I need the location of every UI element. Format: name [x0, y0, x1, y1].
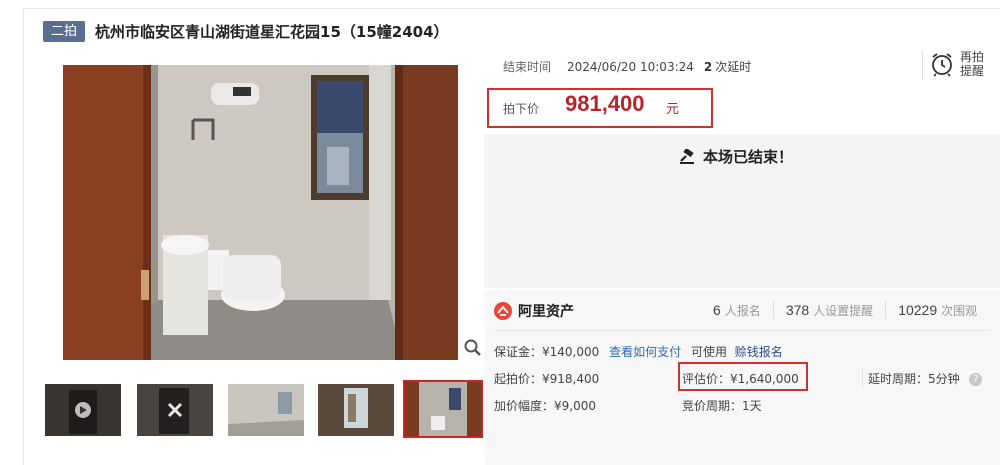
- thumbnail[interactable]: [45, 384, 121, 436]
- signup-label: 人报名: [724, 303, 761, 318]
- reminder-stat: 378 人设置提醒: [772, 301, 885, 319]
- extension-label: 次延时: [715, 60, 752, 74]
- brand-name: 阿里资产: [518, 304, 574, 320]
- increment: 加价幅度：¥9,000: [494, 399, 596, 413]
- sold-price-unit: 元: [666, 102, 680, 117]
- divider: [862, 368, 863, 388]
- reminder-label: 人设置提醒: [813, 303, 874, 318]
- end-time-value: 2024/06/20 10:03:24: [567, 59, 694, 74]
- question-icon[interactable]: ?: [969, 373, 983, 386]
- title-row: 二拍 杭州市临安区青山湖街道星汇花园15（15幢2404）: [43, 20, 449, 42]
- how-to-pay-link[interactable]: 查看如何支付: [609, 345, 681, 359]
- ended-message-text: 本场已结束！: [703, 148, 794, 166]
- stats: 6 人报名 378 人设置提醒 10229 次围观: [713, 301, 989, 319]
- page-title: 杭州市临安区青山湖街道星汇花园15（15幢2404）: [95, 22, 449, 41]
- delay-period-row: 延时周期：5分钟 ?: [868, 370, 983, 387]
- signup-stat: 6 人报名: [713, 301, 773, 319]
- sold-price-box: 拍下价 981,400 元: [487, 88, 713, 128]
- brand[interactable]: 阿里资产: [494, 301, 574, 321]
- eval-price: 评估价：¥1,640,000: [682, 372, 799, 386]
- end-time-row: 结束时间 2024/06/20 10:03:24 2 次延时: [503, 58, 751, 75]
- end-time-label: 结束时间: [503, 60, 552, 74]
- deposit-row: 保证金：¥140,000 查看如何支付 可使用 赊钱报名: [494, 343, 783, 360]
- auction-status-area: 本场已结束！: [484, 134, 1000, 288]
- sold-price-label: 拍下价: [503, 102, 540, 116]
- magnifier-icon[interactable]: [463, 338, 483, 358]
- remind-button[interactable]: 再拍提醒: [930, 50, 986, 78]
- credit-signup-link[interactable]: 赊钱报名: [735, 345, 783, 359]
- signup-count: 6: [713, 302, 721, 318]
- alarm-clock-icon: [932, 53, 952, 77]
- remind-label: 再拍提醒: [960, 50, 985, 78]
- thumbnail-active[interactable]: [403, 380, 483, 438]
- divider: [494, 330, 990, 331]
- extension-count: 2: [703, 59, 713, 74]
- thumbnail[interactable]: [228, 384, 304, 436]
- auction-round-tag: 二拍: [43, 20, 86, 42]
- ended-message: 本场已结束！: [679, 146, 793, 167]
- start-price: 起拍价：¥918,400: [494, 372, 600, 386]
- gavel-icon: [680, 148, 694, 164]
- thumbnail[interactable]: [318, 384, 394, 436]
- reminder-count: 378: [785, 302, 810, 318]
- ali-asset-logo-icon: [494, 302, 512, 320]
- can-use-text: 可使用: [690, 345, 727, 359]
- sold-price-value: 981,400: [565, 91, 645, 116]
- thumbnail[interactable]: [137, 384, 213, 436]
- main-photo[interactable]: [43, 65, 483, 360]
- delay-period: 延时周期：5分钟: [868, 372, 960, 386]
- view-count: 10229: [898, 302, 938, 318]
- view-stat: 10229 次围观: [885, 301, 989, 319]
- divider: [922, 50, 923, 80]
- bid-period: 竞价周期：1天: [682, 399, 762, 413]
- deposit-text: 保证金：¥140,000: [494, 345, 600, 359]
- view-label: 次围观: [941, 303, 978, 318]
